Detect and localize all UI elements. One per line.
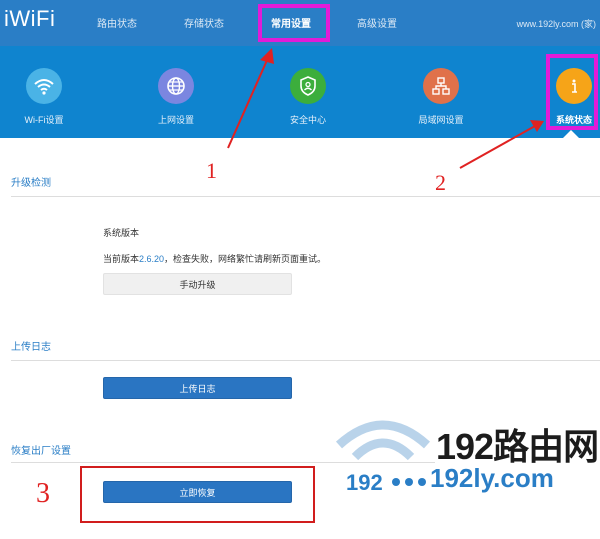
- divider-upgrade: [11, 196, 600, 197]
- page: iWiFi 路由状态 存储状态 常用设置 高级设置 www.192ly.com …: [0, 0, 600, 539]
- section-title-upgrade: 升级检测: [11, 178, 51, 189]
- restore-now-button[interactable]: 立即恢复: [103, 481, 292, 503]
- system-version-label: 系统版本: [103, 228, 140, 238]
- annotation-number-3: 3: [36, 478, 50, 509]
- section-title-reset: 恢复出厂设置: [11, 446, 71, 457]
- manual-upgrade-button[interactable]: 手动升级: [103, 273, 292, 295]
- version-number: 2.6.20: [139, 254, 165, 264]
- arrow-1: [227, 57, 269, 149]
- status-suffix: ，检查失败，网络繁忙请刷新页面重试。: [164, 254, 327, 264]
- upload-log-button[interactable]: 上传日志: [103, 377, 292, 399]
- annotation-number-1: 1: [206, 158, 217, 183]
- arrow-2: [459, 125, 536, 169]
- arrow-2-head: [530, 120, 544, 132]
- status-prefix: 当前版本: [103, 254, 140, 264]
- section-title-log: 上传日志: [11, 342, 51, 353]
- upgrade-status-text: 当前版本2.6.20，检查失败，网络繁忙请刷新页面重试。: [103, 252, 326, 265]
- annotation-number-2: 2: [435, 170, 446, 195]
- watermark-url: 192ly.com: [430, 463, 554, 493]
- divider-log: [11, 360, 600, 361]
- watermark-ip: 192: [346, 470, 383, 495]
- divider-reset: [11, 462, 435, 463]
- watermark-dots: [392, 478, 428, 488]
- arrow-1-head: [260, 48, 274, 64]
